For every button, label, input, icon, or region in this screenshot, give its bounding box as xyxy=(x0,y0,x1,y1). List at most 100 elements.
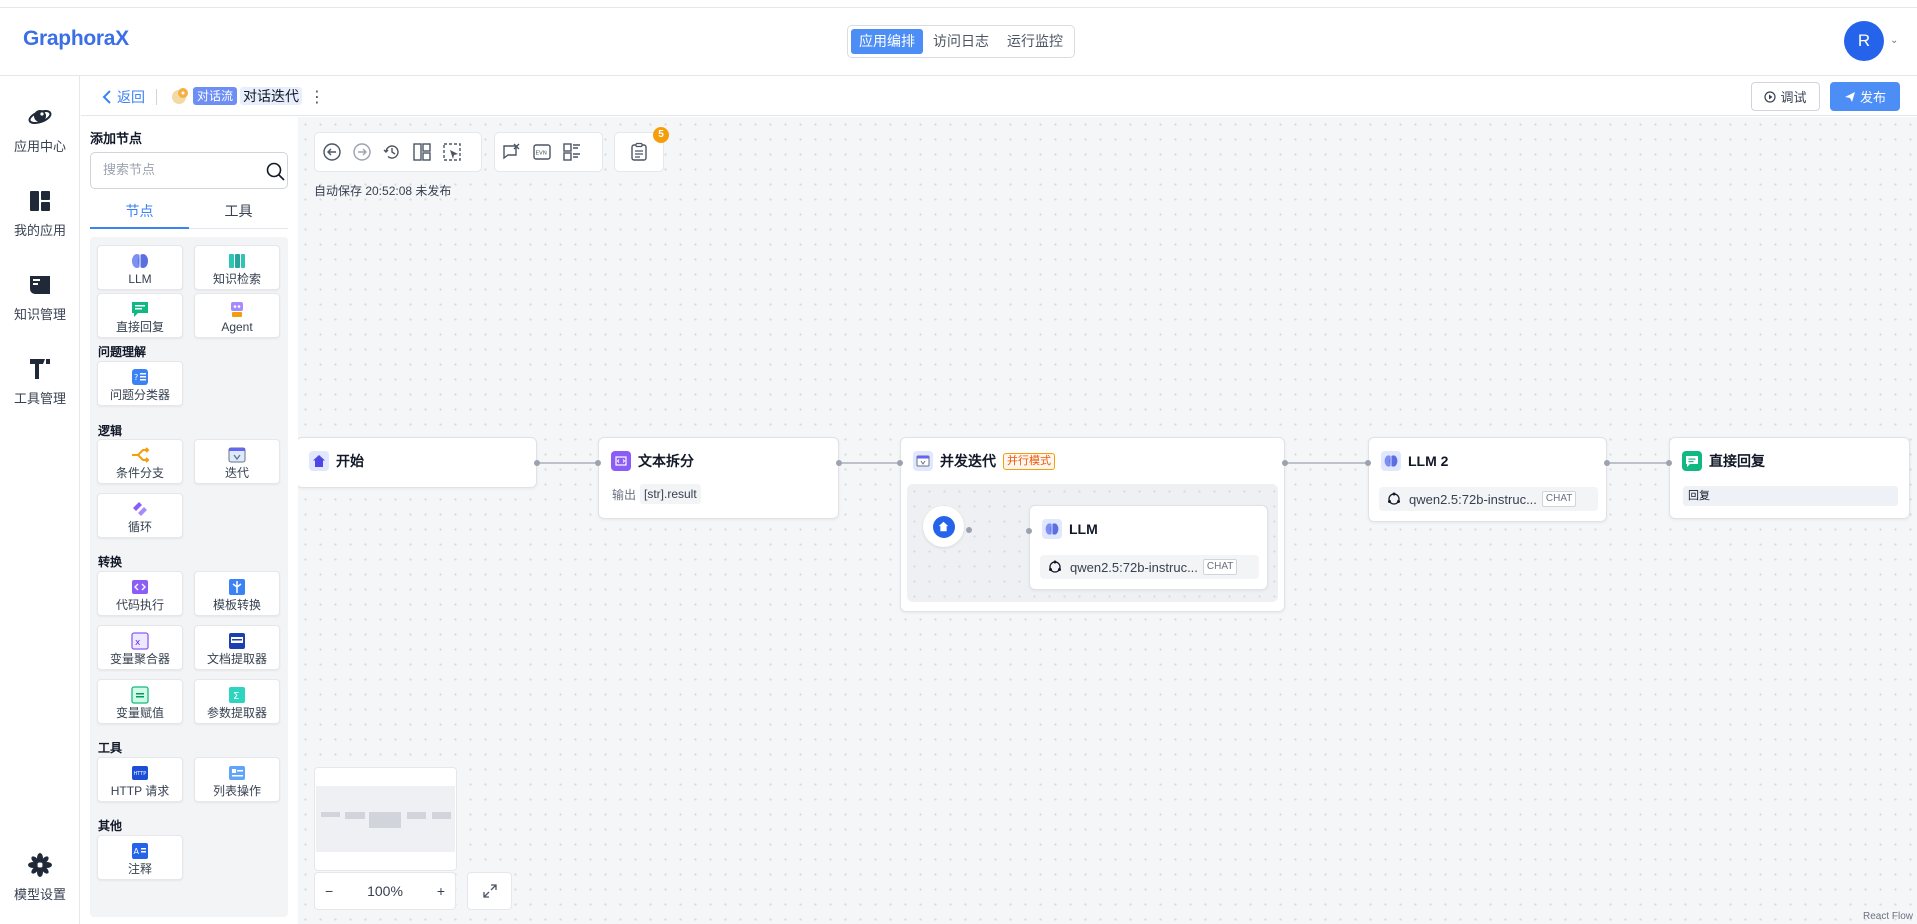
input-handle[interactable] xyxy=(1026,528,1032,534)
chat-flow-icon xyxy=(172,88,188,104)
rail-item-tools[interactable]: 工具管理 xyxy=(0,356,80,407)
node-item-doc-extractor[interactable]: 文档提取器 xyxy=(194,625,280,670)
output-handle[interactable] xyxy=(534,460,540,466)
node-item-template[interactable]: 模板转换 xyxy=(194,571,280,616)
reply-icon xyxy=(1682,451,1702,471)
node-item-note[interactable]: A 注释 xyxy=(97,835,183,880)
tab-monitoring[interactable]: 运行监控 xyxy=(999,29,1071,54)
rail-label: 模型设置 xyxy=(13,887,66,902)
input-handle[interactable] xyxy=(1666,460,1672,466)
code-icon xyxy=(132,580,148,594)
node-item-param-extractor[interactable]: Σ 参数提取器 xyxy=(194,679,280,724)
node-item-llm[interactable]: LLM xyxy=(97,245,183,290)
tab-orchestration[interactable]: 应用编排 xyxy=(851,29,923,54)
minimap-node xyxy=(407,812,426,819)
model-icon xyxy=(1049,560,1061,573)
node-text-split[interactable]: 文本拆分 输出 [str].result xyxy=(598,437,839,519)
zoom-level[interactable]: 100% xyxy=(367,883,403,899)
model-type-badge: CHAT xyxy=(1202,559,1238,575)
rail-item-my-apps[interactable]: 我的应用 xyxy=(0,188,80,239)
top-header: GraphoraX 应用编排 访问日志 运行监控 R ⌄ xyxy=(0,0,1917,76)
node-item-http[interactable]: HTTP HTTP 请求 xyxy=(97,757,183,802)
output-handle[interactable] xyxy=(966,527,972,533)
output-handle[interactable] xyxy=(1604,460,1610,466)
iteration-start[interactable] xyxy=(923,506,964,547)
model-selector[interactable]: qwen2.5:72b-instruc... CHAT xyxy=(1040,555,1259,579)
minimap-node xyxy=(321,812,340,817)
branch-icon xyxy=(132,447,150,463)
svg-text:HTTP: HTTP xyxy=(134,771,147,777)
output-handle[interactable] xyxy=(1282,460,1288,466)
reply-content: 回复 xyxy=(1683,486,1898,506)
model-icon xyxy=(1388,492,1400,505)
node-item-variable-assign[interactable]: 变量赋值 xyxy=(97,679,183,724)
workflow-canvas[interactable]: EVN 5 自动保存 20:52:08 未发布 开始 文本拆分 输出 [str]… xyxy=(298,117,1917,924)
zoom-out-button[interactable]: − xyxy=(325,883,333,899)
rail-item-app-center[interactable]: 应用中心 xyxy=(0,104,80,155)
model-name: qwen2.5:72b-instruc... xyxy=(1070,559,1198,575)
back-label: 返回 xyxy=(117,89,145,105)
model-type-badge: CHAT xyxy=(1541,491,1577,507)
node-item-label: 知识检索 xyxy=(212,272,261,286)
node-item-knowledge-retrieval[interactable]: 知识检索 xyxy=(194,245,280,290)
doc-extractor-icon xyxy=(229,633,245,649)
minimap[interactable] xyxy=(314,767,457,871)
node-item-code[interactable]: 代码执行 xyxy=(97,571,183,616)
more-options-icon[interactable]: ⋮ xyxy=(309,87,325,107)
search-icon[interactable] xyxy=(266,162,285,181)
svg-text:x: x xyxy=(135,638,141,648)
input-handle[interactable] xyxy=(595,460,601,466)
node-item-iteration[interactable]: 迭代 xyxy=(194,439,280,484)
rail-label: 应用中心 xyxy=(13,139,66,154)
fit-view-button[interactable] xyxy=(467,872,512,910)
app-logo[interactable]: GraphoraX xyxy=(23,27,129,51)
flow-name[interactable]: 对话迭代 xyxy=(240,87,302,105)
avatar[interactable]: R xyxy=(1844,21,1884,61)
dashboard-icon xyxy=(30,191,50,211)
tab-access-log[interactable]: 访问日志 xyxy=(925,29,997,54)
search-input[interactable] xyxy=(103,162,253,177)
iterate-icon xyxy=(228,447,246,463)
zoom-in-button[interactable]: + xyxy=(437,883,445,899)
rail-item-knowledge[interactable]: 知识管理 xyxy=(0,272,80,323)
rail-label: 我的应用 xyxy=(13,223,66,238)
node-direct-reply[interactable]: 直接回复 回复 xyxy=(1669,437,1910,519)
books-icon xyxy=(229,254,245,268)
output-handle[interactable] xyxy=(836,460,842,466)
model-selector[interactable]: qwen2.5:72b-instruc... CHAT xyxy=(1379,487,1598,511)
rail-label: 工具管理 xyxy=(13,391,66,406)
input-handle[interactable] xyxy=(1365,460,1371,466)
output-variable: [str].result xyxy=(640,484,701,504)
model-flower-icon xyxy=(28,853,52,877)
node-item-variable-aggregator[interactable]: x 变量聚合器 xyxy=(97,625,183,670)
left-rail: 应用中心 我的应用 知识管理 工具管理 模型设置 xyxy=(0,76,80,924)
panel-tabs: 节点 工具 xyxy=(90,197,288,229)
node-inner-llm[interactable]: LLM qwen2.5:72b-instruc... CHAT xyxy=(1029,505,1268,590)
back-button[interactable]: 返回 xyxy=(101,87,145,107)
node-item-label: 参数提取器 xyxy=(206,706,267,720)
node-item-if-else[interactable]: 条件分支 xyxy=(97,439,183,484)
node-item-direct-reply[interactable]: 直接回复 xyxy=(97,293,183,338)
list-op-icon xyxy=(229,766,245,780)
input-handle[interactable] xyxy=(897,460,903,466)
node-item-question-classifier[interactable]: ? 问题分类器 xyxy=(97,361,183,406)
node-llm-2[interactable]: LLM 2 qwen2.5:72b-instruc... CHAT xyxy=(1368,437,1607,522)
param-extractor-icon: Σ xyxy=(229,687,245,703)
publish-button[interactable]: 发布 xyxy=(1830,82,1900,111)
node-item-loop[interactable]: 循环 xyxy=(97,493,183,538)
chevron-down-icon[interactable]: ⌄ xyxy=(1890,35,1898,46)
rail-item-model-settings[interactable]: 模型设置 xyxy=(0,852,80,903)
node-item-agent[interactable]: Agent xyxy=(194,293,280,338)
node-header: LLM xyxy=(1042,519,1098,539)
tab-nodes[interactable]: 节点 xyxy=(90,197,189,229)
debug-button[interactable]: 调试 xyxy=(1751,82,1820,111)
category-other: 其他 xyxy=(98,819,123,833)
node-start[interactable]: 开始 xyxy=(298,437,537,488)
svg-text:Σ: Σ xyxy=(233,691,239,702)
react-flow-attribution[interactable]: React Flow xyxy=(1863,911,1913,922)
node-item-list-operator[interactable]: 列表操作 xyxy=(194,757,280,802)
node-item-label: 文档提取器 xyxy=(206,652,267,666)
node-item-label: 模板转换 xyxy=(212,598,261,612)
category-logic: 逻辑 xyxy=(98,424,123,438)
tab-tools[interactable]: 工具 xyxy=(189,197,288,228)
